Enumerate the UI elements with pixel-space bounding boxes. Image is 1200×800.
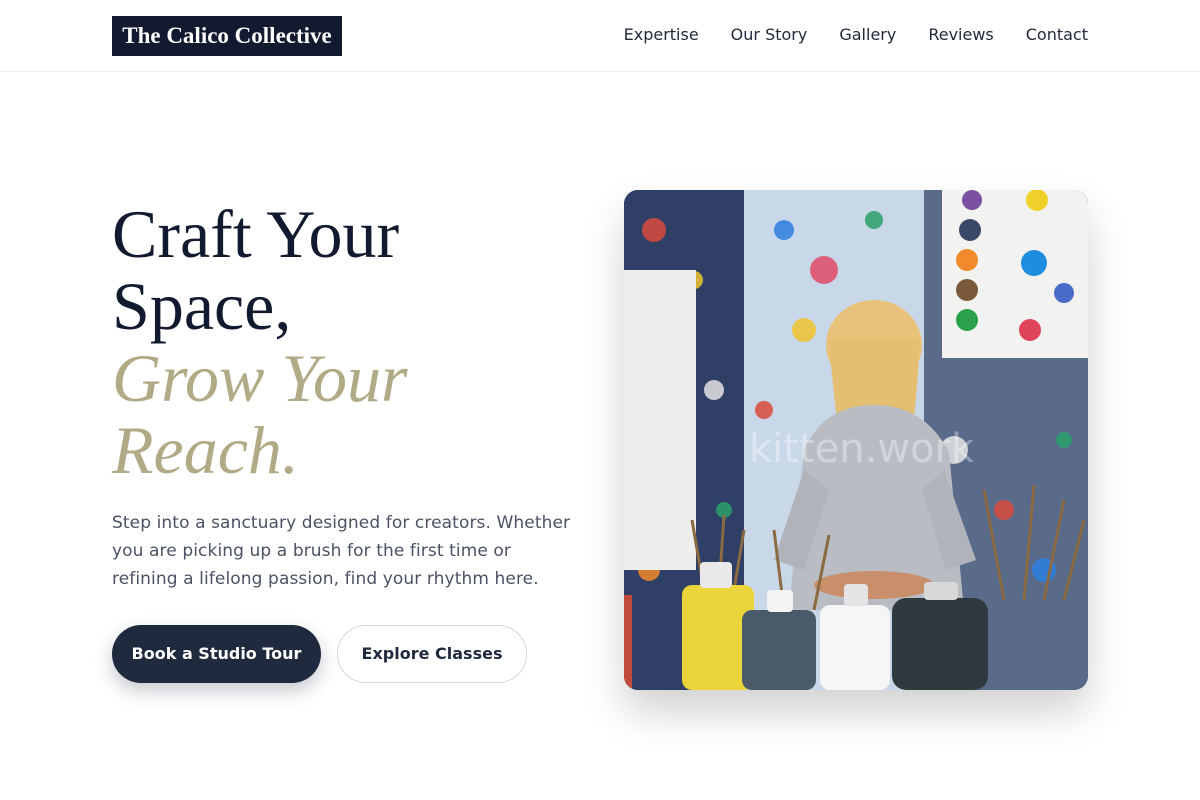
headline-line-1: Craft Your <box>112 196 400 272</box>
hero-headline: Craft Your Space, Grow Your Reach. <box>112 198 582 486</box>
brand-logo[interactable]: The Calico Collective <box>112 16 342 56</box>
nav-expertise[interactable]: Expertise <box>624 24 699 46</box>
hero-lead-paragraph: Step into a sanctuary designed for creat… <box>112 513 571 589</box>
hero-image: kitten.work <box>624 190 1088 690</box>
headline-line-2: Space, <box>112 268 292 344</box>
main-nav: Expertise Our Story Gallery Reviews Cont… <box>624 24 1088 46</box>
nav-contact[interactable]: Contact <box>1026 24 1088 46</box>
headline-accent-line-1: Grow Your <box>112 340 408 416</box>
nav-reviews[interactable]: Reviews <box>928 24 993 46</box>
headline-accent-line-2: Reach. <box>112 412 299 488</box>
site-header: The Calico Collective Expertise Our Stor… <box>0 0 1200 72</box>
explore-classes-button[interactable]: Explore Classes <box>337 625 527 683</box>
nav-gallery[interactable]: Gallery <box>839 24 896 46</box>
book-studio-tour-button[interactable]: Book a Studio Tour <box>112 625 321 683</box>
image-watermark: kitten.work <box>749 426 975 472</box>
hero-headline-block: Craft Your Space, Grow Your Reach. <box>112 198 582 486</box>
nav-our-story[interactable]: Our Story <box>731 24 808 46</box>
